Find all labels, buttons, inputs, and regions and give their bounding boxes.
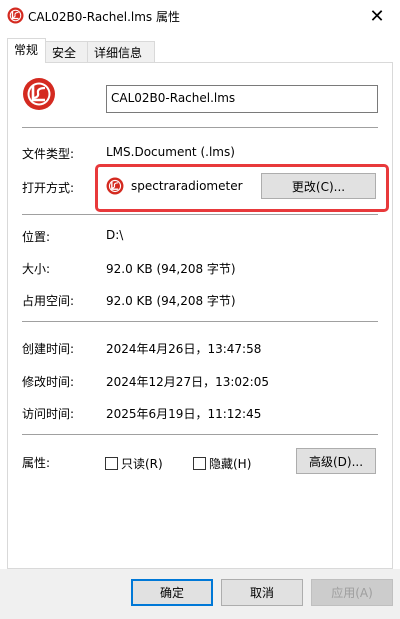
- general-panel: CAL02B0-Rachel.lms 文件类型: LMS.Document (.…: [7, 62, 393, 569]
- close-icon: ✕: [369, 5, 385, 27]
- lms-app-icon: [7, 7, 24, 24]
- spectraradiometer-icon: [106, 177, 124, 195]
- separator: [22, 434, 378, 435]
- file-name-field[interactable]: CAL02B0-Rachel.lms: [106, 85, 378, 113]
- readonly-label: 只读(R): [121, 457, 163, 471]
- cancel-button[interactable]: 取消: [221, 579, 303, 606]
- tab-details[interactable]: 详细信息: [87, 41, 155, 62]
- size-label: 大小:: [22, 262, 51, 276]
- dialog-footer: 确定 取消 应用(A): [0, 569, 400, 619]
- file-type-value: LMS.Document (.lms): [106, 145, 235, 159]
- readonly-checkbox[interactable]: 只读(R): [105, 455, 163, 472]
- change-button[interactable]: 更改(C)...: [261, 173, 376, 199]
- created-value: 2024年4月26日，13:47:58: [106, 342, 262, 356]
- accessed-value: 2025年6月19日，11:12:45: [106, 407, 262, 421]
- hidden-checkbox-box[interactable]: [193, 457, 206, 470]
- file-type-label: 文件类型:: [22, 147, 75, 161]
- opens-with-value: spectraradiometer: [131, 179, 243, 193]
- close-button[interactable]: ✕: [354, 0, 400, 32]
- size-value: 92.0 KB (94,208 字节): [106, 262, 236, 276]
- size-on-disk-value: 92.0 KB (94,208 字节): [106, 294, 236, 308]
- hidden-label: 隐藏(H): [209, 457, 252, 471]
- tab-security[interactable]: 安全: [45, 41, 88, 62]
- apply-button[interactable]: 应用(A): [311, 579, 393, 606]
- opens-with-label: 打开方式:: [22, 181, 75, 195]
- attributes-label: 属性:: [22, 456, 51, 470]
- separator: [22, 214, 378, 215]
- separator: [22, 321, 378, 322]
- window-title: CAL02B0-Rachel.lms 属性: [28, 10, 180, 24]
- lms-file-icon: [23, 78, 55, 110]
- title-bar: CAL02B0-Rachel.lms 属性 ✕: [0, 0, 400, 32]
- location-label: 位置:: [22, 230, 51, 244]
- size-on-disk-label: 占用空间:: [22, 294, 75, 308]
- tab-general[interactable]: 常规: [7, 38, 46, 63]
- readonly-checkbox-box[interactable]: [105, 457, 118, 470]
- modified-value: 2024年12月27日，13:02:05: [106, 375, 269, 389]
- modified-label: 修改时间:: [22, 375, 75, 389]
- accessed-label: 访问时间:: [22, 407, 75, 421]
- hidden-checkbox[interactable]: 隐藏(H): [193, 455, 251, 472]
- separator: [22, 127, 378, 128]
- advanced-button[interactable]: 高级(D)...: [296, 448, 376, 474]
- ok-button[interactable]: 确定: [131, 579, 213, 606]
- location-value: D:\: [106, 228, 124, 242]
- created-label: 创建时间:: [22, 342, 75, 356]
